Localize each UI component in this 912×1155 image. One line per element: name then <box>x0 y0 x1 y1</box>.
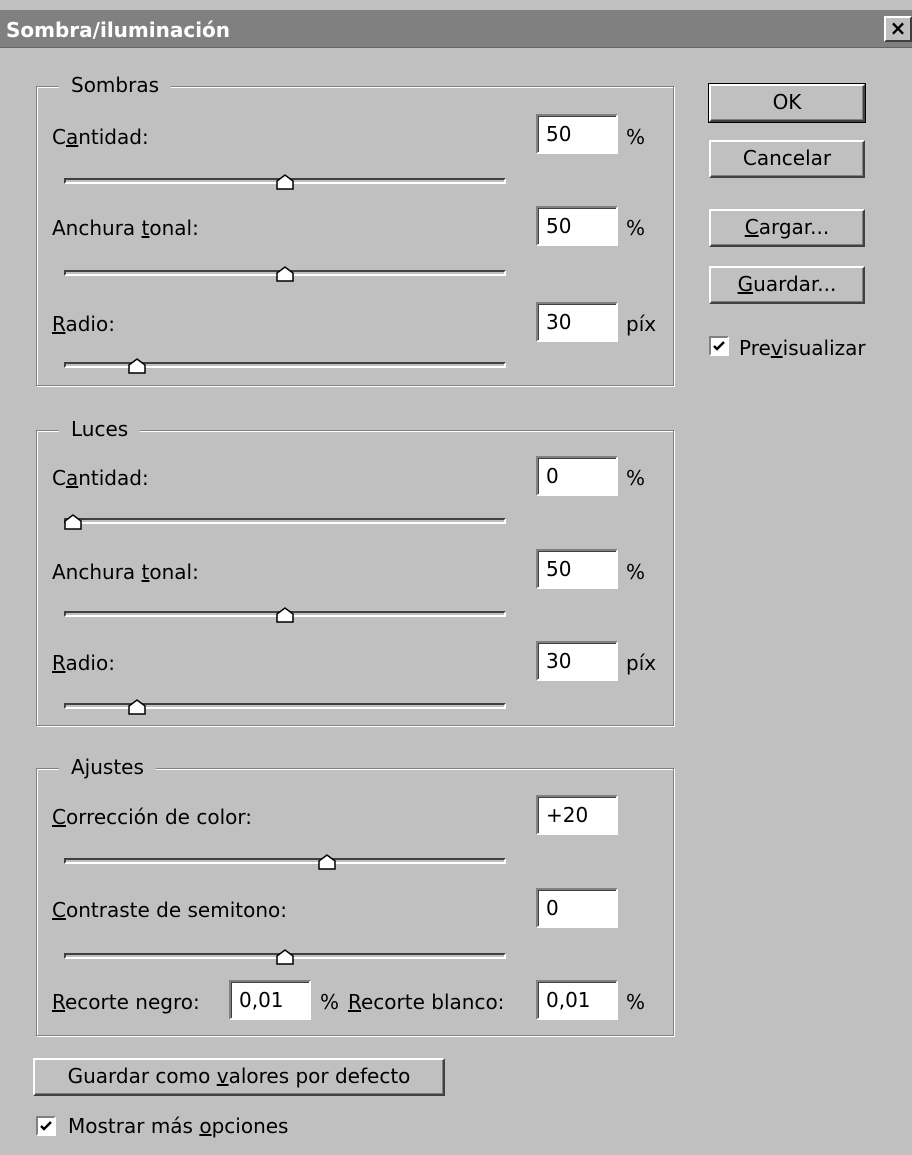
preview-label[interactable]: Previsualizar <box>739 336 866 360</box>
highlights-amount-unit: % <box>626 466 646 490</box>
save-defaults-button[interactable]: Guardar como valores por defecto <box>33 1058 445 1096</box>
highlights-amount-input[interactable]: 0 <box>536 456 618 496</box>
slider-thumb-icon <box>64 514 82 530</box>
load-button[interactable]: Cargar... <box>709 209 865 247</box>
shadows-tonal-input[interactable]: 50 <box>536 206 618 246</box>
shadows-amount-input[interactable]: 50 <box>536 114 618 154</box>
color-correction-label: Corrección de color: <box>52 805 252 829</box>
shadows-radius-input[interactable]: 30 <box>536 302 618 342</box>
black-clip-unit: % <box>320 990 340 1014</box>
slider-thumb-icon <box>127 699 146 715</box>
slider-thumb-icon <box>276 949 294 965</box>
highlights-legend: Luces <box>59 417 141 441</box>
shadows-tonal-label: Anchura tonal: <box>52 216 199 240</box>
highlights-radius-slider-thumb[interactable] <box>127 696 146 715</box>
checkmark-icon <box>713 341 725 351</box>
midtone-contrast-input[interactable]: 0 <box>536 888 618 928</box>
highlights-tonal-unit: % <box>626 560 646 584</box>
midtone-contrast-label: Contraste de semitono: <box>52 898 287 922</box>
preview-checkbox[interactable] <box>709 336 729 356</box>
highlights-amount-label: Cantidad: <box>52 466 149 490</box>
slider-thumb-icon <box>127 358 146 374</box>
color-correction-slider-track[interactable] <box>64 858 506 864</box>
ok-button[interactable]: OK <box>708 83 866 123</box>
black-clip-input[interactable]: 0,01 <box>229 980 311 1020</box>
white-clip-unit: % <box>626 990 646 1014</box>
close-icon: × <box>889 16 907 40</box>
midtone-contrast-slider-thumb[interactable] <box>276 946 294 965</box>
highlights-tonal-label: Anchura tonal: <box>52 560 199 584</box>
black-clip-label: Recorte negro: <box>52 990 200 1014</box>
checkmark-icon <box>40 1121 52 1131</box>
highlights-amount-slider-track[interactable] <box>64 518 506 524</box>
shadows-amount-unit: % <box>626 125 646 149</box>
highlights-amount-slider-thumb[interactable] <box>64 511 82 530</box>
dialog-title: Sombra/iluminación <box>6 18 231 42</box>
highlights-radius-label: Radio: <box>52 651 115 675</box>
slider-thumb-icon <box>276 607 294 623</box>
shadows-legend: Sombras <box>59 73 172 97</box>
highlights-tonal-input[interactable]: 50 <box>536 549 618 589</box>
adjustments-legend: Ajustes <box>59 755 156 779</box>
shadows-radius-label: Radio: <box>52 312 115 336</box>
shadows-amount-slider-thumb[interactable] <box>276 171 294 190</box>
slider-thumb-icon <box>318 854 337 870</box>
shadows-tonal-unit: % <box>626 216 646 240</box>
white-clip-label: Recorte blanco: <box>348 990 505 1014</box>
slider-thumb-icon <box>276 174 294 190</box>
title-bar: Sombra/iluminación × <box>0 10 912 48</box>
highlights-radius-input[interactable]: 30 <box>536 641 618 681</box>
shadows-amount-label: Cantidad: <box>52 125 149 149</box>
shadow-highlight-dialog: Sombra/iluminación × Sombras Cantidad: 5… <box>0 0 912 1155</box>
cancel-button[interactable]: Cancelar <box>709 140 865 178</box>
highlights-tonal-slider-thumb[interactable] <box>276 604 294 623</box>
color-correction-slider-thumb[interactable] <box>318 851 337 870</box>
highlights-radius-unit: píx <box>626 651 657 675</box>
shadows-radius-slider-thumb[interactable] <box>127 355 146 374</box>
slider-thumb-icon <box>276 266 294 282</box>
save-button[interactable]: Guardar... <box>709 266 865 304</box>
white-clip-input[interactable]: 0,01 <box>536 980 618 1020</box>
shadows-radius-unit: píx <box>626 312 657 336</box>
color-correction-input[interactable]: +20 <box>536 795 618 835</box>
close-button[interactable]: × <box>884 16 912 42</box>
shadows-tonal-slider-thumb[interactable] <box>276 263 294 282</box>
more-options-label[interactable]: Mostrar más opciones <box>68 1114 288 1138</box>
more-options-checkbox[interactable] <box>36 1116 56 1136</box>
